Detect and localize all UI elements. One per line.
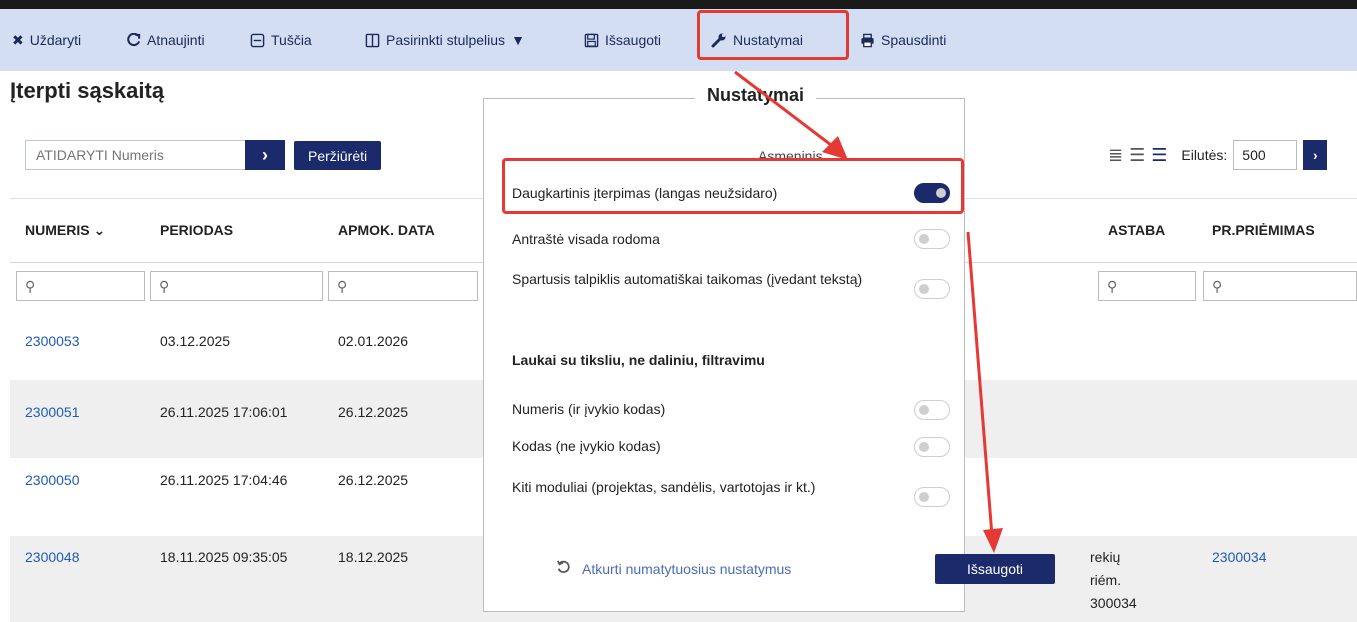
arrow-to-setting — [734, 70, 836, 150]
arrow-head-icon — [983, 528, 1003, 553]
annotation-arrows — [734, 70, 1003, 553]
arrow-to-save — [966, 231, 994, 537]
